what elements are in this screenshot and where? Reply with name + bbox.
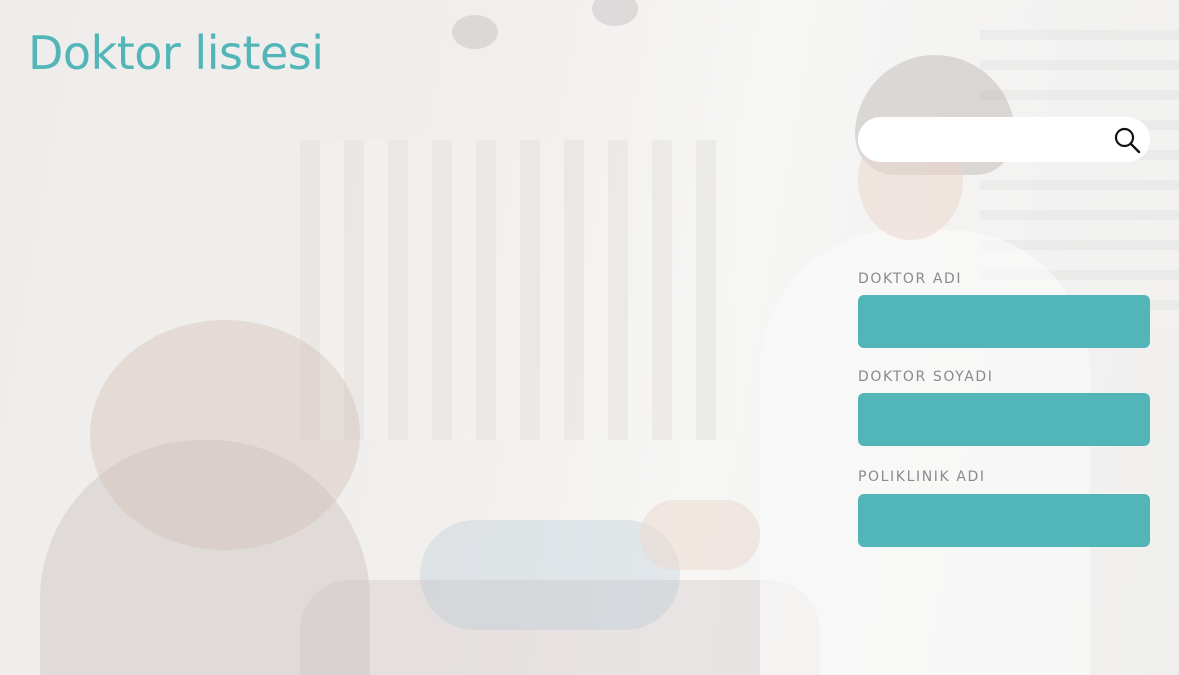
search-box[interactable] bbox=[858, 117, 1150, 164]
background-handshake bbox=[640, 500, 760, 570]
background-patient bbox=[90, 320, 360, 550]
background-lamp bbox=[592, 0, 638, 26]
polyclinic-name-label: POLIKLINIK ADI bbox=[858, 469, 986, 485]
search-input[interactable] bbox=[874, 117, 1108, 164]
page-title: Doktor listesi bbox=[28, 26, 324, 80]
doctor-name-field[interactable] bbox=[858, 295, 1150, 348]
doctor-surname-label: DOKTOR SOYADI bbox=[858, 369, 994, 385]
background-lamp bbox=[452, 15, 498, 49]
doctor-name-label: DOKTOR ADI bbox=[858, 271, 963, 287]
polyclinic-name-field[interactable] bbox=[858, 494, 1150, 547]
doctor-surname-field[interactable] bbox=[858, 393, 1150, 446]
background-equipment bbox=[300, 140, 730, 440]
search-icon[interactable] bbox=[1113, 126, 1141, 154]
